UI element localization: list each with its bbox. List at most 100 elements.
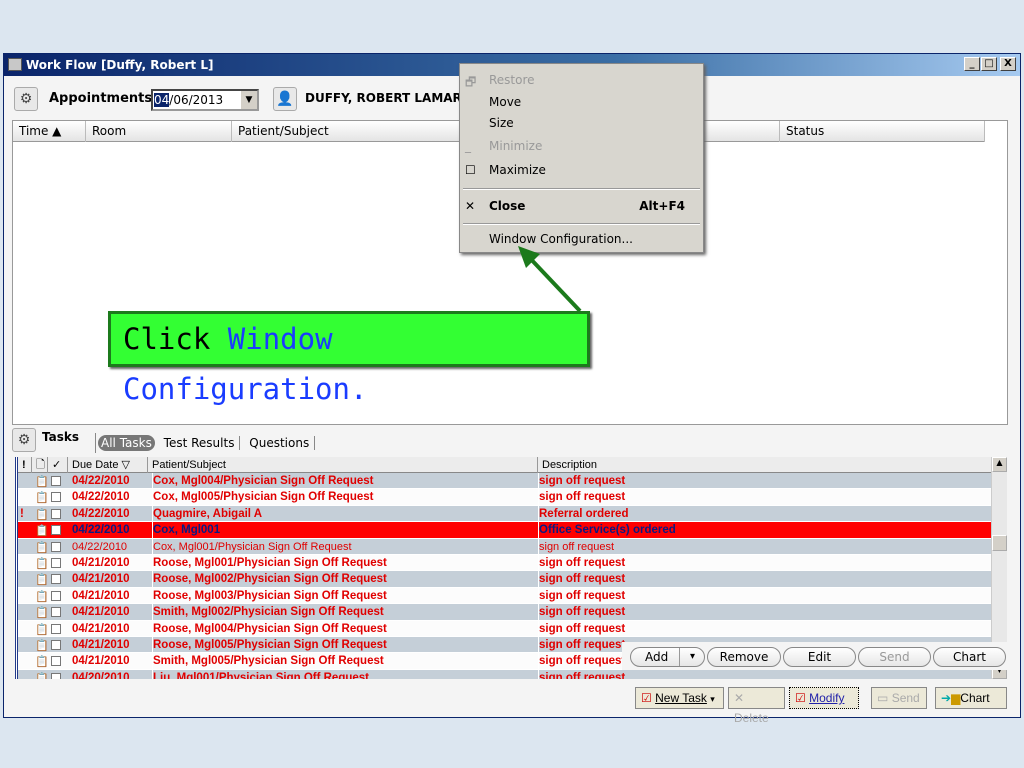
scroll-up-icon[interactable]: ▲ (992, 457, 1007, 472)
patient-subject: Cox, Mgl001/Physician Sign Off Request (152, 538, 537, 555)
remove-button[interactable]: Remove (707, 647, 781, 667)
menu-separator (463, 188, 700, 190)
chart-button[interactable]: ➔▆Chart (935, 687, 1007, 709)
col-doc[interactable]: 🗋 (32, 457, 48, 473)
patient-subject: Roose, Mgl005/Physician Sign Off Request (152, 636, 537, 653)
task-checkbox[interactable] (51, 623, 61, 634)
task-checkbox[interactable] (51, 476, 61, 486)
send-pill-button[interactable]: Send (858, 647, 931, 667)
col-patient-subject[interactable]: Patient/Subject (148, 457, 538, 473)
date-dropdown-icon[interactable]: ▼ (241, 91, 257, 109)
edit-button[interactable]: Edit (783, 647, 856, 667)
menu-maximize[interactable]: Maximize (489, 163, 546, 177)
task-checkbox[interactable] (51, 656, 61, 667)
menu-move[interactable]: Move (489, 95, 521, 109)
task-checkbox[interactable] (51, 508, 61, 519)
description: Referral ordered (538, 505, 988, 522)
minimize-icon: _ (465, 139, 471, 153)
close-button[interactable]: X (1000, 57, 1016, 71)
patient-subject: Roose, Mgl002/Physician Sign Off Request (152, 571, 537, 588)
patient-subject: Smith, Mgl005/Physician Sign Off Request (152, 653, 537, 670)
table-row[interactable]: 📋 04/21/2010 Roose, Mgl002/Physician Sig… (18, 571, 991, 588)
menu-close[interactable]: Close (489, 199, 525, 213)
table-row[interactable]: 📋 04/22/2010 Cox, Mgl001/Physician Sign … (18, 538, 991, 555)
table-row[interactable]: 📋 04/20/2010 Liu, Mgl001/Physician Sign … (18, 669, 991, 679)
col-due-date[interactable]: Due Date ▽ (68, 457, 148, 473)
delete-label: Delete (734, 711, 769, 725)
table-row[interactable]: 📋 04/22/2010 Cox, Mgl001 Office Service(… (18, 522, 991, 539)
task-clipboard-icon: 📋 (35, 557, 49, 570)
col-time[interactable]: Time ▲ (13, 121, 86, 142)
tasks-gear-icon[interactable]: ⚙ (12, 428, 36, 452)
task-clipboard-icon: 📋 (35, 476, 49, 488)
tab-all-tasks[interactable]: All Tasks (98, 435, 155, 451)
col-room[interactable]: Room (86, 121, 232, 142)
chart-pill-button[interactable]: Chart (933, 647, 1006, 667)
app-icon[interactable] (8, 58, 22, 71)
modify-icon: ☑ (795, 691, 806, 705)
table-row[interactable]: 📋 04/21/2010 Smith, Mgl002/Physician Sig… (18, 604, 991, 621)
delete-x-icon: ✕ (734, 691, 745, 705)
appointments-label: Appointments (49, 91, 153, 106)
menu-size[interactable]: Size (489, 116, 514, 130)
tasks-label: Tasks (42, 430, 80, 444)
due-date: 04/20/2010 (72, 671, 130, 679)
patient-subject: Quagmire, Abigail A (152, 505, 537, 522)
patient-avatar-icon[interactable]: 👤 (273, 87, 297, 111)
table-row[interactable]: 📋 04/21/2010 Roose, Mgl004/Physician Sig… (18, 620, 991, 637)
col-status[interactable]: Status (780, 121, 985, 142)
new-task-button[interactable]: ☑ New Task ▾ (635, 687, 724, 709)
patient-subject: Liu, Mgl001/Physician Sign Off Request (152, 669, 537, 679)
table-row[interactable]: ! 📋 04/22/2010 Quagmire, Abigail A Refer… (18, 505, 991, 523)
close-shortcut: Alt+F4 (639, 199, 685, 213)
minimize-button[interactable]: _ (964, 57, 980, 71)
maximize-button[interactable]: □ (981, 57, 997, 71)
table-row[interactable]: 📋 04/21/2010 Roose, Mgl003/Physician Sig… (18, 587, 991, 605)
date-picker[interactable]: 04/06/2013 ▼ (151, 89, 259, 111)
task-clipboard-icon: 📋 (35, 574, 49, 587)
col-done[interactable]: ✓ (48, 457, 68, 473)
task-checkbox[interactable] (51, 492, 61, 503)
table-row[interactable]: 📋 04/21/2010 Roose, Mgl001/Physician Sig… (18, 554, 991, 572)
description: sign off request (538, 669, 988, 679)
col-priority[interactable]: ! (18, 457, 32, 473)
modify-button[interactable]: ☑ Modify (789, 687, 859, 709)
add-button[interactable]: Add ▾ (630, 647, 705, 667)
col-description[interactable]: Description (538, 457, 991, 473)
delete-button[interactable]: ✕ Delete (728, 687, 785, 725)
system-menu: 🗗 Restore Move Size _ Minimize ☐ Maximiz… (459, 63, 704, 253)
task-tabs: All Tasks Test Results Questions (95, 433, 316, 453)
task-checkbox[interactable] (51, 672, 61, 679)
task-checkbox[interactable] (51, 541, 61, 552)
scroll-thumb[interactable] (992, 535, 1007, 551)
description: sign off request (538, 538, 988, 555)
description: Office Service(s) ordered (538, 522, 988, 539)
patient-subject: Cox, Mgl004/Physician Sign Off Request (152, 473, 537, 489)
tasks-header: ! 🗋 ✓ Due Date ▽ Patient/Subject Descrip… (18, 457, 991, 473)
tab-test-results[interactable]: Test Results (158, 436, 241, 450)
task-checkbox[interactable] (51, 607, 61, 618)
task-checkbox[interactable] (51, 525, 61, 536)
tab-questions[interactable]: Questions (244, 436, 316, 450)
patient-subject: Roose, Mgl001/Physician Sign Off Request (152, 554, 537, 571)
task-clipboard-icon: 📋 (35, 525, 49, 538)
window-title: Work Flow [Duffy, Robert L] (26, 58, 214, 72)
new-task-label: New Task (655, 691, 707, 705)
table-row[interactable]: 📋 04/22/2010 Cox, Mgl005/Physician Sign … (18, 489, 991, 506)
menu-restore[interactable]: Restore (489, 73, 535, 87)
task-checkbox[interactable] (51, 590, 61, 601)
task-checkbox[interactable] (51, 639, 61, 650)
send-label: Send (891, 691, 920, 705)
send-button[interactable]: ▭ Send (871, 687, 927, 709)
task-clipboard-icon: 📋 (35, 656, 49, 669)
task-checkbox[interactable] (51, 557, 61, 568)
pointer-arrow (518, 246, 582, 313)
add-dropdown-icon[interactable]: ▾ (679, 648, 705, 666)
table-row[interactable]: 📋 04/22/2010 Cox, Mgl004/Physician Sign … (18, 473, 991, 490)
menu-minimize[interactable]: Minimize (489, 139, 542, 153)
task-checkbox[interactable] (51, 574, 61, 585)
description: sign off request (538, 620, 988, 637)
chart-label: Chart (960, 691, 990, 705)
appointments-gear-icon[interactable]: ⚙ (14, 87, 38, 111)
new-task-dropdown-icon[interactable]: ▾ (710, 694, 715, 704)
